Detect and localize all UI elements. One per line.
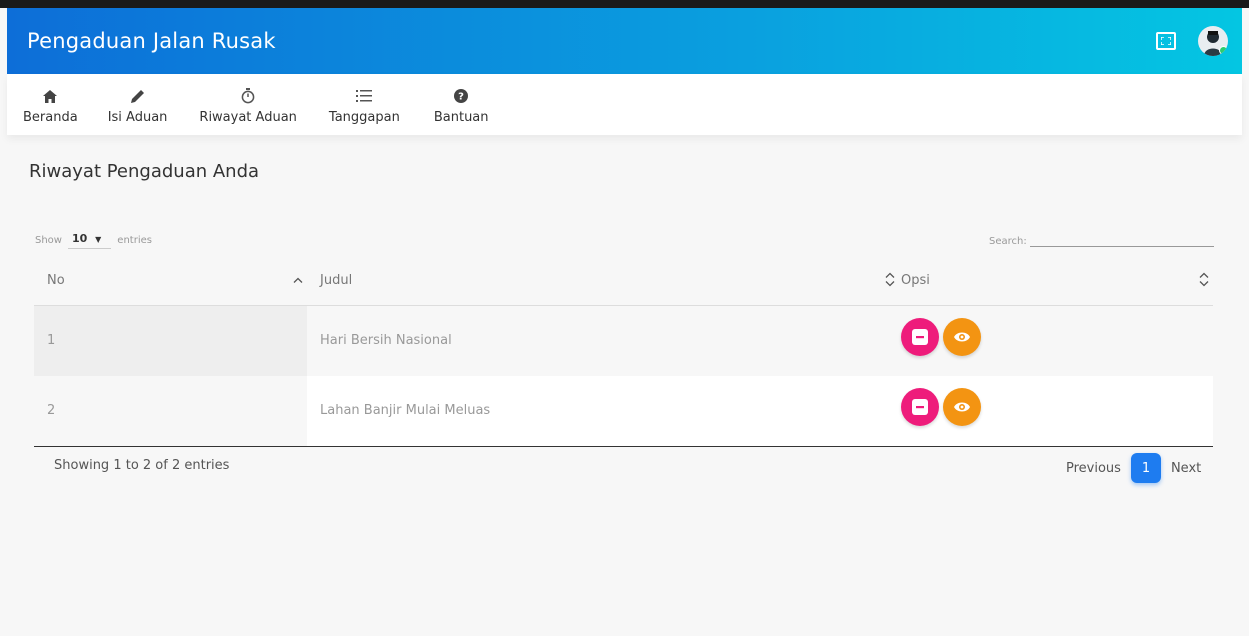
eye-icon	[954, 402, 970, 411]
top-nav: Beranda Isi Aduan Riwayat Aduan Tanggapa…	[7, 74, 1242, 135]
column-label: Opsi	[901, 273, 930, 289]
view-button[interactable]	[943, 387, 981, 426]
cell-no: 1	[34, 305, 307, 376]
minus-box-icon	[912, 328, 928, 345]
column-header-judul[interactable]: Judul	[307, 257, 899, 306]
nav-item-riwayat-aduan[interactable]: Riwayat Aduan	[199, 74, 297, 125]
delete-button[interactable]	[901, 317, 939, 356]
search-label: Search:	[989, 236, 1027, 247]
main-content: Riwayat Pengaduan Anda Show 10 ▼ entries…	[7, 135, 1242, 636]
row-actions	[899, 376, 1213, 446]
nav-label: Beranda	[23, 110, 78, 125]
table-row: 1 Hari Bersih Nasional	[34, 305, 1213, 376]
search-input[interactable]	[1029, 231, 1214, 247]
list-icon	[356, 86, 373, 106]
app-header: Pengaduan Jalan Rusak	[7, 8, 1242, 74]
page-1-button[interactable]: 1	[1130, 453, 1161, 483]
length-value: 10	[71, 232, 88, 245]
next-button[interactable]: Next	[1171, 461, 1201, 476]
row-actions	[899, 306, 1213, 376]
table-header-row: No Judul Opsi	[34, 257, 1213, 306]
cell-opsi	[899, 375, 1213, 447]
complaint-table: No Judul Opsi 1 Hari Bersih Nasional 2 L…	[34, 257, 1213, 447]
nav-label: Tanggapan	[328, 110, 400, 125]
column-label: No	[47, 273, 65, 289]
top-strip	[0, 0, 1249, 8]
view-button[interactable]	[943, 317, 981, 356]
nav-label: Bantuan	[433, 110, 489, 125]
avatar[interactable]	[1198, 26, 1228, 56]
help-icon: ?	[454, 86, 469, 106]
stopwatch-icon	[241, 86, 255, 106]
delete-button[interactable]	[901, 387, 939, 426]
minus-box-icon	[912, 398, 928, 415]
nav-label: Isi Aduan	[107, 110, 168, 125]
header-actions	[1156, 26, 1228, 56]
search-control: Search:	[989, 231, 1214, 247]
sort-both-icon	[885, 272, 895, 289]
nav-item-bantuan[interactable]: ? Bantuan	[434, 74, 489, 125]
svg-text:?: ?	[458, 92, 464, 103]
caret-down-icon: ▼	[95, 235, 102, 244]
pencil-icon	[130, 86, 145, 106]
entries-label: entries	[117, 235, 152, 246]
column-header-no[interactable]: No	[34, 257, 307, 306]
app-title: Pengaduan Jalan Rusak	[27, 29, 276, 53]
column-label: Judul	[320, 273, 353, 289]
entries-length-select[interactable]: 10 ▼	[67, 232, 112, 249]
table-info: Showing 1 to 2 of 2 entries	[54, 458, 230, 473]
cell-no: 2	[34, 375, 307, 447]
pagination: Previous 1 Next	[1066, 453, 1201, 483]
sort-both-icon	[1199, 272, 1209, 289]
sort-asc-icon	[293, 275, 303, 286]
show-label: Show	[35, 235, 62, 246]
column-header-opsi[interactable]: Opsi	[899, 257, 1213, 306]
home-icon	[43, 86, 58, 106]
nav-item-isi-aduan[interactable]: Isi Aduan	[107, 74, 168, 125]
nav-item-tanggapan[interactable]: Tanggapan	[329, 74, 400, 125]
previous-button[interactable]: Previous	[1066, 461, 1121, 476]
table-row: 2 Lahan Banjir Mulai Meluas	[34, 375, 1213, 447]
nav-item-beranda[interactable]: Beranda	[23, 74, 78, 125]
fullscreen-icon[interactable]	[1156, 32, 1176, 50]
online-status-icon	[1219, 46, 1228, 55]
page-title: Riwayat Pengaduan Anda	[29, 161, 260, 182]
cell-judul: Lahan Banjir Mulai Meluas	[307, 375, 899, 447]
eye-icon	[954, 332, 970, 341]
nav-label: Riwayat Aduan	[199, 110, 297, 125]
cell-opsi	[899, 305, 1213, 376]
cell-judul: Hari Bersih Nasional	[307, 305, 899, 376]
length-control: Show 10 ▼ entries	[35, 232, 152, 249]
